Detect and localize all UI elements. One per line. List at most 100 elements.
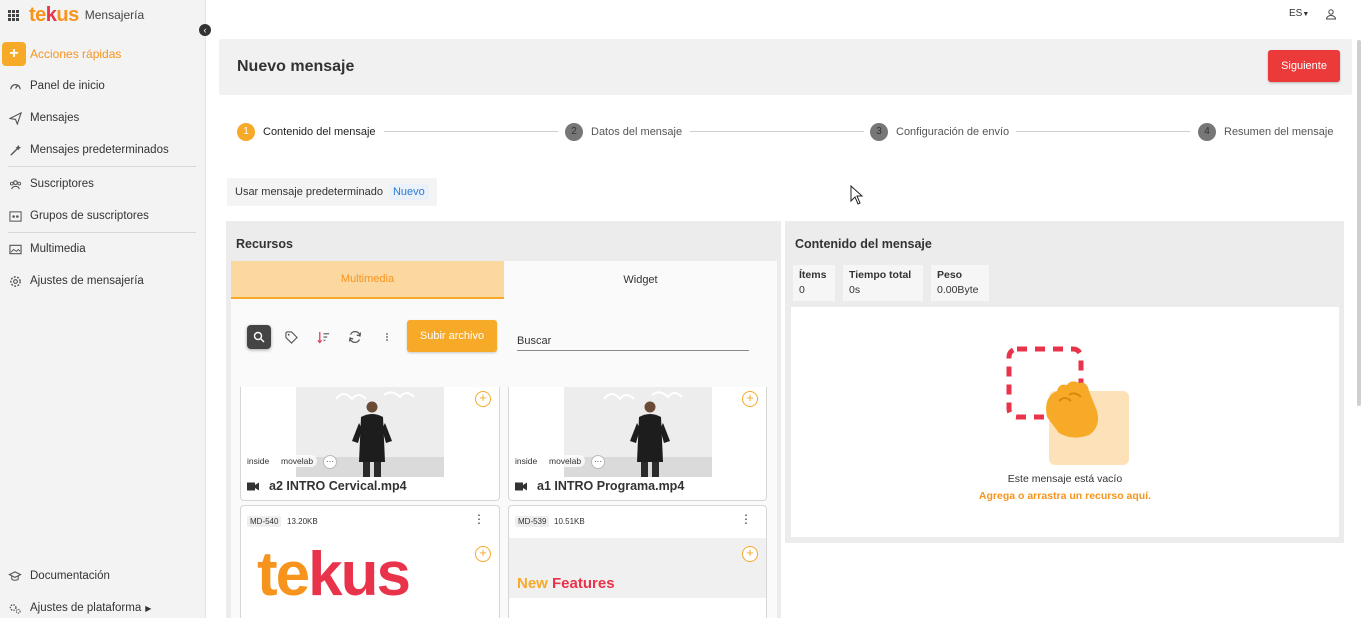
refresh-icon bbox=[348, 330, 362, 344]
sidebar-item-predefined-messages[interactable]: Mensajes predeterminados bbox=[8, 143, 169, 157]
step-connector bbox=[690, 131, 864, 132]
sidebar-item-subscribers[interactable]: Suscriptores bbox=[8, 177, 94, 191]
media-file-name: a2 INTRO Cervical.mp4 bbox=[247, 479, 407, 493]
video-icon bbox=[247, 482, 259, 490]
media-card-md-540[interactable]: MD-540 13.20KB ⋮ tekus + bbox=[240, 505, 500, 618]
caret-down-icon: ▼ bbox=[1302, 11, 1310, 18]
card-menu-icon[interactable]: ⋮ bbox=[740, 513, 752, 525]
add-resource-icon[interactable]: + bbox=[475, 546, 491, 562]
empty-message-hint[interactable]: Agrega o arrastra un recurso aquí. bbox=[791, 490, 1339, 502]
video-thumbnail bbox=[296, 387, 444, 477]
predefined-message-bar: Usar mensaje predeterminado Nuevo bbox=[227, 178, 437, 206]
group-icon bbox=[8, 209, 22, 223]
collapse-sidebar-icon[interactable]: ‹ bbox=[199, 24, 211, 36]
sidebar-item-multimedia[interactable]: Multimedia bbox=[8, 242, 86, 256]
sidebar-item-subscriber-groups[interactable]: Grupos de suscriptores bbox=[8, 209, 149, 223]
more-options-button[interactable] bbox=[376, 326, 398, 348]
caret-right-icon: ▶ bbox=[145, 603, 152, 613]
stat-total-time: Tiempo total 0s bbox=[843, 265, 923, 301]
sidebar-item-platform-settings[interactable]: Ajustes de plataforma ▶ bbox=[8, 601, 151, 615]
media-card-md-539[interactable]: MD-539 10.51KB ⋮ New Features + bbox=[508, 505, 767, 618]
video-thumbnail bbox=[564, 387, 712, 477]
tab-multimedia[interactable]: Multimedia bbox=[231, 261, 504, 299]
add-resource-icon[interactable]: + bbox=[742, 546, 758, 562]
more-tags-icon[interactable]: ··· bbox=[323, 455, 337, 469]
image-icon bbox=[8, 242, 22, 256]
tag-chip: movelab bbox=[545, 455, 586, 467]
tag-chip: inside bbox=[243, 455, 274, 467]
media-id-badge: MD-539 bbox=[515, 516, 550, 527]
brand: tekus Mensajería bbox=[8, 4, 144, 26]
gauge-icon bbox=[8, 79, 22, 93]
people-icon bbox=[8, 177, 22, 191]
empty-message-text: Este mensaje está vacío bbox=[1007, 473, 1123, 485]
next-button[interactable]: Siguiente bbox=[1268, 50, 1340, 82]
user-icon[interactable] bbox=[1325, 8, 1337, 20]
resources-tabs: Multimedia Widget bbox=[231, 261, 777, 299]
tag-filter-button[interactable] bbox=[280, 326, 302, 348]
app-name: Mensajería bbox=[84, 8, 145, 22]
media-card-a1-intro-programa[interactable]: + inside movelab ··· a1 INTRO Programa.m… bbox=[508, 387, 767, 501]
step-send-config[interactable]: 3 Configuración de envío bbox=[870, 123, 1009, 141]
mouse-cursor-icon bbox=[850, 185, 864, 205]
sidebar-divider bbox=[8, 232, 196, 233]
step-content[interactable]: 1 Contenido del mensaje bbox=[237, 123, 376, 141]
sidebar-divider bbox=[8, 166, 196, 167]
media-size: 10.51KB bbox=[554, 517, 585, 526]
new-features-banner: New Features bbox=[517, 575, 615, 592]
page-scrollbar[interactable] bbox=[1357, 40, 1361, 406]
magic-wand-icon bbox=[8, 143, 22, 157]
page-title: Nuevo mensaje bbox=[237, 58, 355, 75]
search-icon bbox=[253, 331, 265, 343]
video-icon bbox=[515, 482, 527, 490]
media-size: 13.20KB bbox=[287, 517, 318, 526]
step-summary[interactable]: 4 Resumen del mensaje bbox=[1198, 123, 1333, 141]
media-id-badge: MD-540 bbox=[247, 516, 282, 527]
refresh-button[interactable] bbox=[344, 326, 366, 348]
stat-items: Ítems 0 bbox=[793, 265, 835, 301]
resources-content: Subir archivo + inside m bbox=[231, 299, 777, 618]
step-data[interactable]: 2 Datos del mensaje bbox=[565, 123, 682, 141]
more-vertical-icon bbox=[386, 333, 388, 341]
sidebar-item-dashboard[interactable]: Panel de inicio bbox=[8, 79, 105, 93]
step-connector bbox=[384, 131, 558, 132]
language-selector[interactable]: ES▼ bbox=[1289, 8, 1309, 19]
quick-actions-button[interactable]: + Acciones rápidas bbox=[2, 42, 121, 66]
tekus-logo[interactable]: tekus bbox=[29, 5, 79, 25]
sidebar: tekus Mensajería + Acciones rápidas Pane… bbox=[0, 0, 206, 618]
add-resource-icon[interactable]: + bbox=[475, 391, 491, 407]
sidebar-item-documentation[interactable]: Documentación bbox=[8, 569, 110, 583]
add-resource-icon[interactable]: + bbox=[742, 391, 758, 407]
send-icon bbox=[8, 111, 22, 125]
apps-grid-icon[interactable] bbox=[8, 9, 19, 21]
message-content-panel: Contenido del mensaje Ítems 0 Tiempo tot… bbox=[785, 221, 1344, 543]
tekus-logo-image: tekus bbox=[257, 540, 411, 609]
plus-icon: + bbox=[2, 42, 26, 66]
media-card-a2-intro-cervical[interactable]: + inside movelab ··· a2 INTRO Cervical.m… bbox=[240, 387, 500, 501]
resources-panel: Recursos Multimedia Widget Subir archivo bbox=[226, 221, 781, 618]
more-tags-icon[interactable]: ··· bbox=[591, 455, 605, 469]
image-preview: New Features bbox=[509, 538, 766, 598]
step-connector bbox=[1016, 131, 1190, 132]
card-menu-icon[interactable]: ⋮ bbox=[473, 513, 485, 525]
gear-icon bbox=[8, 274, 22, 288]
sort-icon bbox=[316, 331, 329, 343]
message-content-title: Contenido del mensaje bbox=[795, 237, 932, 251]
gears-icon bbox=[8, 601, 22, 615]
tag-chip: movelab bbox=[277, 455, 318, 467]
message-drop-zone[interactable]: Este mensaje está vacío Agrega o arrastr… bbox=[791, 307, 1339, 537]
search-toggle-button[interactable] bbox=[247, 325, 271, 349]
sort-button[interactable] bbox=[312, 326, 334, 348]
stat-weight: Peso 0.00Byte bbox=[931, 265, 989, 301]
tab-widget[interactable]: Widget bbox=[504, 261, 777, 299]
search-input[interactable] bbox=[517, 331, 749, 351]
new-predefined-link[interactable]: Nuevo bbox=[388, 184, 429, 200]
image-preview: tekus bbox=[241, 538, 499, 618]
page-header: Nuevo mensaje Siguiente bbox=[219, 39, 1352, 95]
resources-title: Recursos bbox=[236, 237, 293, 251]
sidebar-item-messages[interactable]: Mensajes bbox=[8, 111, 79, 125]
upload-file-button[interactable]: Subir archivo bbox=[407, 320, 497, 352]
sidebar-item-messaging-settings[interactable]: Ajustes de mensajería bbox=[8, 274, 144, 288]
tag-icon bbox=[284, 330, 298, 344]
drag-drop-illustration-icon bbox=[1006, 346, 1129, 465]
